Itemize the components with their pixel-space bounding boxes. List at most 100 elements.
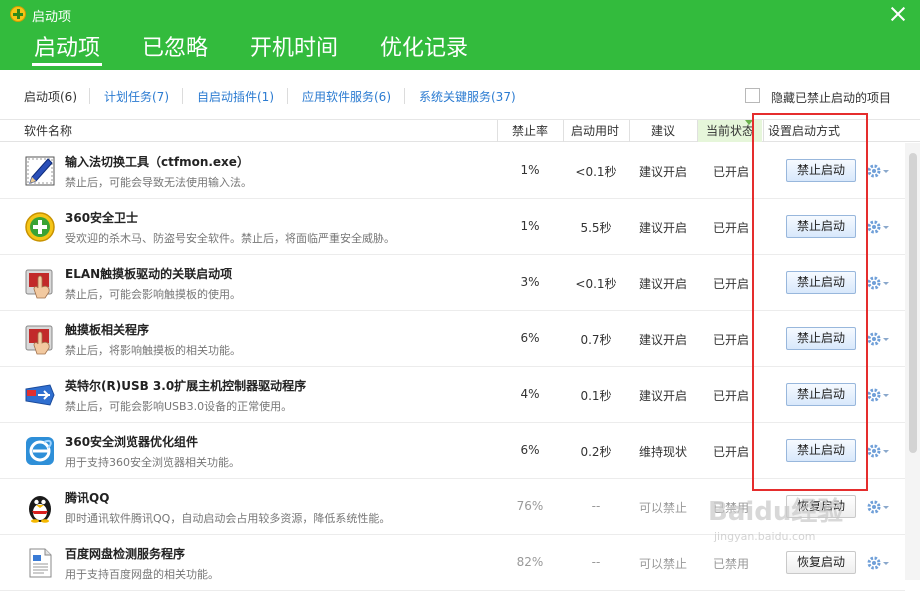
vertical-scrollbar[interactable] xyxy=(905,143,920,580)
disable-rate: 76% xyxy=(516,499,544,513)
gear-dropdown-icon[interactable] xyxy=(866,273,890,293)
gear-dropdown-icon[interactable] xyxy=(866,161,890,181)
pen-icon xyxy=(25,156,55,186)
status-badge: 已开启 xyxy=(712,389,749,403)
subtab-app-services[interactable]: 应用软件服务(6) xyxy=(302,88,391,105)
close-icon[interactable] xyxy=(888,4,908,24)
window-title: 启动项 xyxy=(32,10,72,25)
gear-dropdown-icon[interactable] xyxy=(866,329,890,349)
disable-rate: 6% xyxy=(520,331,540,345)
sub-tabs: 启动项(6) 计划任务(7) 自启动插件(1) 应用软件服务(6) 系统关键服务… xyxy=(0,70,920,120)
startup-time: 0.2秒 xyxy=(580,445,612,459)
document-icon xyxy=(29,548,52,578)
item-description: 受欢迎的杀木马、防盗号安全软件。禁止后，将面临严重安全威胁。 xyxy=(65,232,395,245)
disable-rate: 3% xyxy=(520,275,540,289)
disable-startup-button[interactable]: 禁止启动 xyxy=(786,215,856,238)
subtab-startup-items[interactable]: 启动项(6) xyxy=(24,88,77,105)
column-divider xyxy=(763,120,764,142)
status-badge: 已开启 xyxy=(712,445,749,459)
divider xyxy=(287,88,288,104)
360-safe-icon xyxy=(25,212,55,242)
status-badge: 已禁用 xyxy=(712,557,749,571)
subtab-scheduled-tasks[interactable]: 计划任务(7) xyxy=(104,88,169,105)
gear-dropdown-icon[interactable] xyxy=(866,385,890,405)
item-description: 禁止后，可能会导致无法使用输入法。 xyxy=(65,176,252,189)
divider xyxy=(89,88,90,104)
restore-startup-button[interactable]: 恢复启动 xyxy=(786,551,856,574)
tab-ignored[interactable]: 已忽略 xyxy=(142,30,208,62)
table-row: 英特尔(R)USB 3.0扩展主机控制器驱动程序 禁止后，可能会影响USB3.0… xyxy=(0,367,905,423)
status-badge: 已开启 xyxy=(712,333,749,347)
scrollbar-thumb[interactable] xyxy=(909,153,917,453)
item-name: 腾讯QQ xyxy=(65,491,110,505)
gear-dropdown-icon[interactable] xyxy=(866,497,890,517)
column-divider xyxy=(563,120,564,142)
app-logo-icon xyxy=(10,6,26,22)
column-header-name[interactable]: 软件名称 xyxy=(24,120,72,142)
hide-disabled-checkbox[interactable] xyxy=(745,88,760,103)
table-row: 360安全浏览器优化组件 用于支持360安全浏览器相关功能。 6% 0.2秒 维… xyxy=(0,423,905,479)
status-badge: 已禁用 xyxy=(712,501,749,515)
restore-startup-button[interactable]: 恢复启动 xyxy=(786,495,856,518)
column-header-rate[interactable]: 禁止率 xyxy=(512,120,548,142)
table-header: 软件名称 禁止率 启动用时 建议 当前状态 设置启动方式 xyxy=(0,120,920,142)
touchpad-icon xyxy=(25,269,53,299)
disable-rate: 1% xyxy=(520,219,540,233)
disable-rate: 4% xyxy=(520,387,540,401)
suggestion: 建议开启 xyxy=(638,221,687,235)
column-header-suggestion[interactable]: 建议 xyxy=(651,120,675,142)
suggestion: 建议开启 xyxy=(638,389,687,403)
suggestion: 建议开启 xyxy=(638,333,687,347)
suggestion: 维持现状 xyxy=(638,445,687,459)
table-row: 输入法切换工具（ctfmon.exe） 禁止后，可能会导致无法使用输入法。 1%… xyxy=(0,143,905,199)
gear-dropdown-icon[interactable] xyxy=(866,553,890,573)
status-badge: 已开启 xyxy=(712,221,749,235)
disable-startup-button[interactable]: 禁止启动 xyxy=(786,271,856,294)
disable-rate: 1% xyxy=(520,163,540,177)
startup-time: -- xyxy=(591,499,601,513)
item-name: 输入法切换工具（ctfmon.exe） xyxy=(65,155,249,169)
table-row: 百度网盘检测服务程序 用于支持百度网盘的相关功能。 82% -- 可以禁止 已禁… xyxy=(0,535,905,591)
table-row: ELAN触摸板驱动的关联启动项 禁止后，可能会影响触摸板的使用。 3% <0.1… xyxy=(0,255,905,311)
startup-time: -- xyxy=(591,555,601,569)
startup-time: <0.1秒 xyxy=(575,277,617,291)
status-badge: 已开启 xyxy=(712,277,749,291)
column-header-action: 设置启动方式 xyxy=(768,124,841,138)
startup-time: 0.7秒 xyxy=(580,333,612,347)
subtab-system-services[interactable]: 系统关键服务(37) xyxy=(419,88,516,105)
status-badge: 已开启 xyxy=(712,165,749,179)
column-divider xyxy=(629,120,630,142)
browser-icon xyxy=(26,437,54,465)
suggestion: 建议开启 xyxy=(638,165,687,179)
gear-dropdown-icon[interactable] xyxy=(866,441,890,461)
disable-rate: 82% xyxy=(516,555,544,569)
tab-startup[interactable]: 启动项 xyxy=(31,30,103,66)
suggestion: 可以禁止 xyxy=(638,501,687,515)
table-row: 触摸板相关程序 禁止后，将影响触摸板的相关功能。 6% 0.7秒 建议开启 已开… xyxy=(0,311,905,367)
sort-arrow-icon xyxy=(745,120,753,125)
subtab-autostart-plugins[interactable]: 自启动插件(1) xyxy=(197,88,274,105)
divider xyxy=(182,88,183,104)
item-name: 触摸板相关程序 xyxy=(65,323,150,337)
disable-startup-button[interactable]: 禁止启动 xyxy=(786,327,856,350)
qq-penguin-icon xyxy=(29,496,51,523)
usb-icon xyxy=(25,384,55,406)
item-name: ELAN触摸板驱动的关联启动项 xyxy=(65,267,233,281)
gear-dropdown-icon[interactable] xyxy=(866,217,890,237)
disable-startup-button[interactable]: 禁止启动 xyxy=(786,383,856,406)
startup-time: 5.5秒 xyxy=(580,221,612,235)
item-name: 英特尔(R)USB 3.0扩展主机控制器驱动程序 xyxy=(65,379,307,393)
disable-rate: 6% xyxy=(520,443,540,457)
tab-optimize-log[interactable]: 优化记录 xyxy=(380,30,468,62)
item-name: 360安全卫士 xyxy=(65,211,139,225)
item-description: 用于支持360安全浏览器相关功能。 xyxy=(65,456,240,469)
column-header-time[interactable]: 启动用时 xyxy=(571,120,619,142)
tab-boot-time[interactable]: 开机时间 xyxy=(250,30,338,62)
disable-startup-button[interactable]: 禁止启动 xyxy=(786,159,856,182)
item-description: 即时通讯软件腾讯QQ，自动启动会占用较多资源，降低系统性能。 xyxy=(65,512,391,525)
title-bar: 启动项 启动项 已忽略 开机时间 优化记录 xyxy=(0,0,920,70)
column-divider xyxy=(497,120,498,142)
item-description: 禁止后，将影响触摸板的相关功能。 xyxy=(65,344,241,357)
hide-disabled-label: 隐藏已禁止启动的项目 xyxy=(771,91,892,105)
disable-startup-button[interactable]: 禁止启动 xyxy=(786,439,856,462)
